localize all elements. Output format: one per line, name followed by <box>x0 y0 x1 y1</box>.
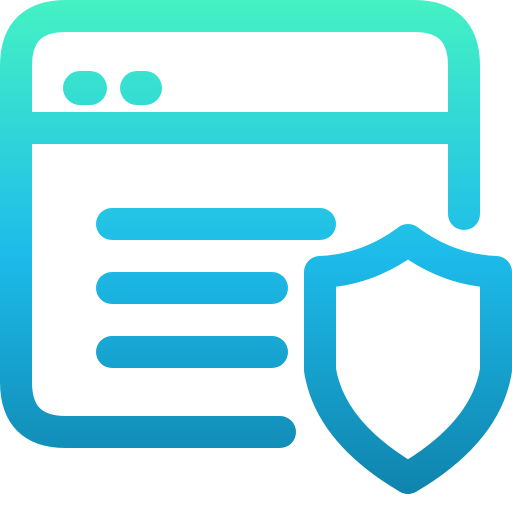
shield-icon <box>304 224 512 494</box>
secure-browser-svg <box>0 0 512 494</box>
secure-browser-icon <box>0 0 512 512</box>
